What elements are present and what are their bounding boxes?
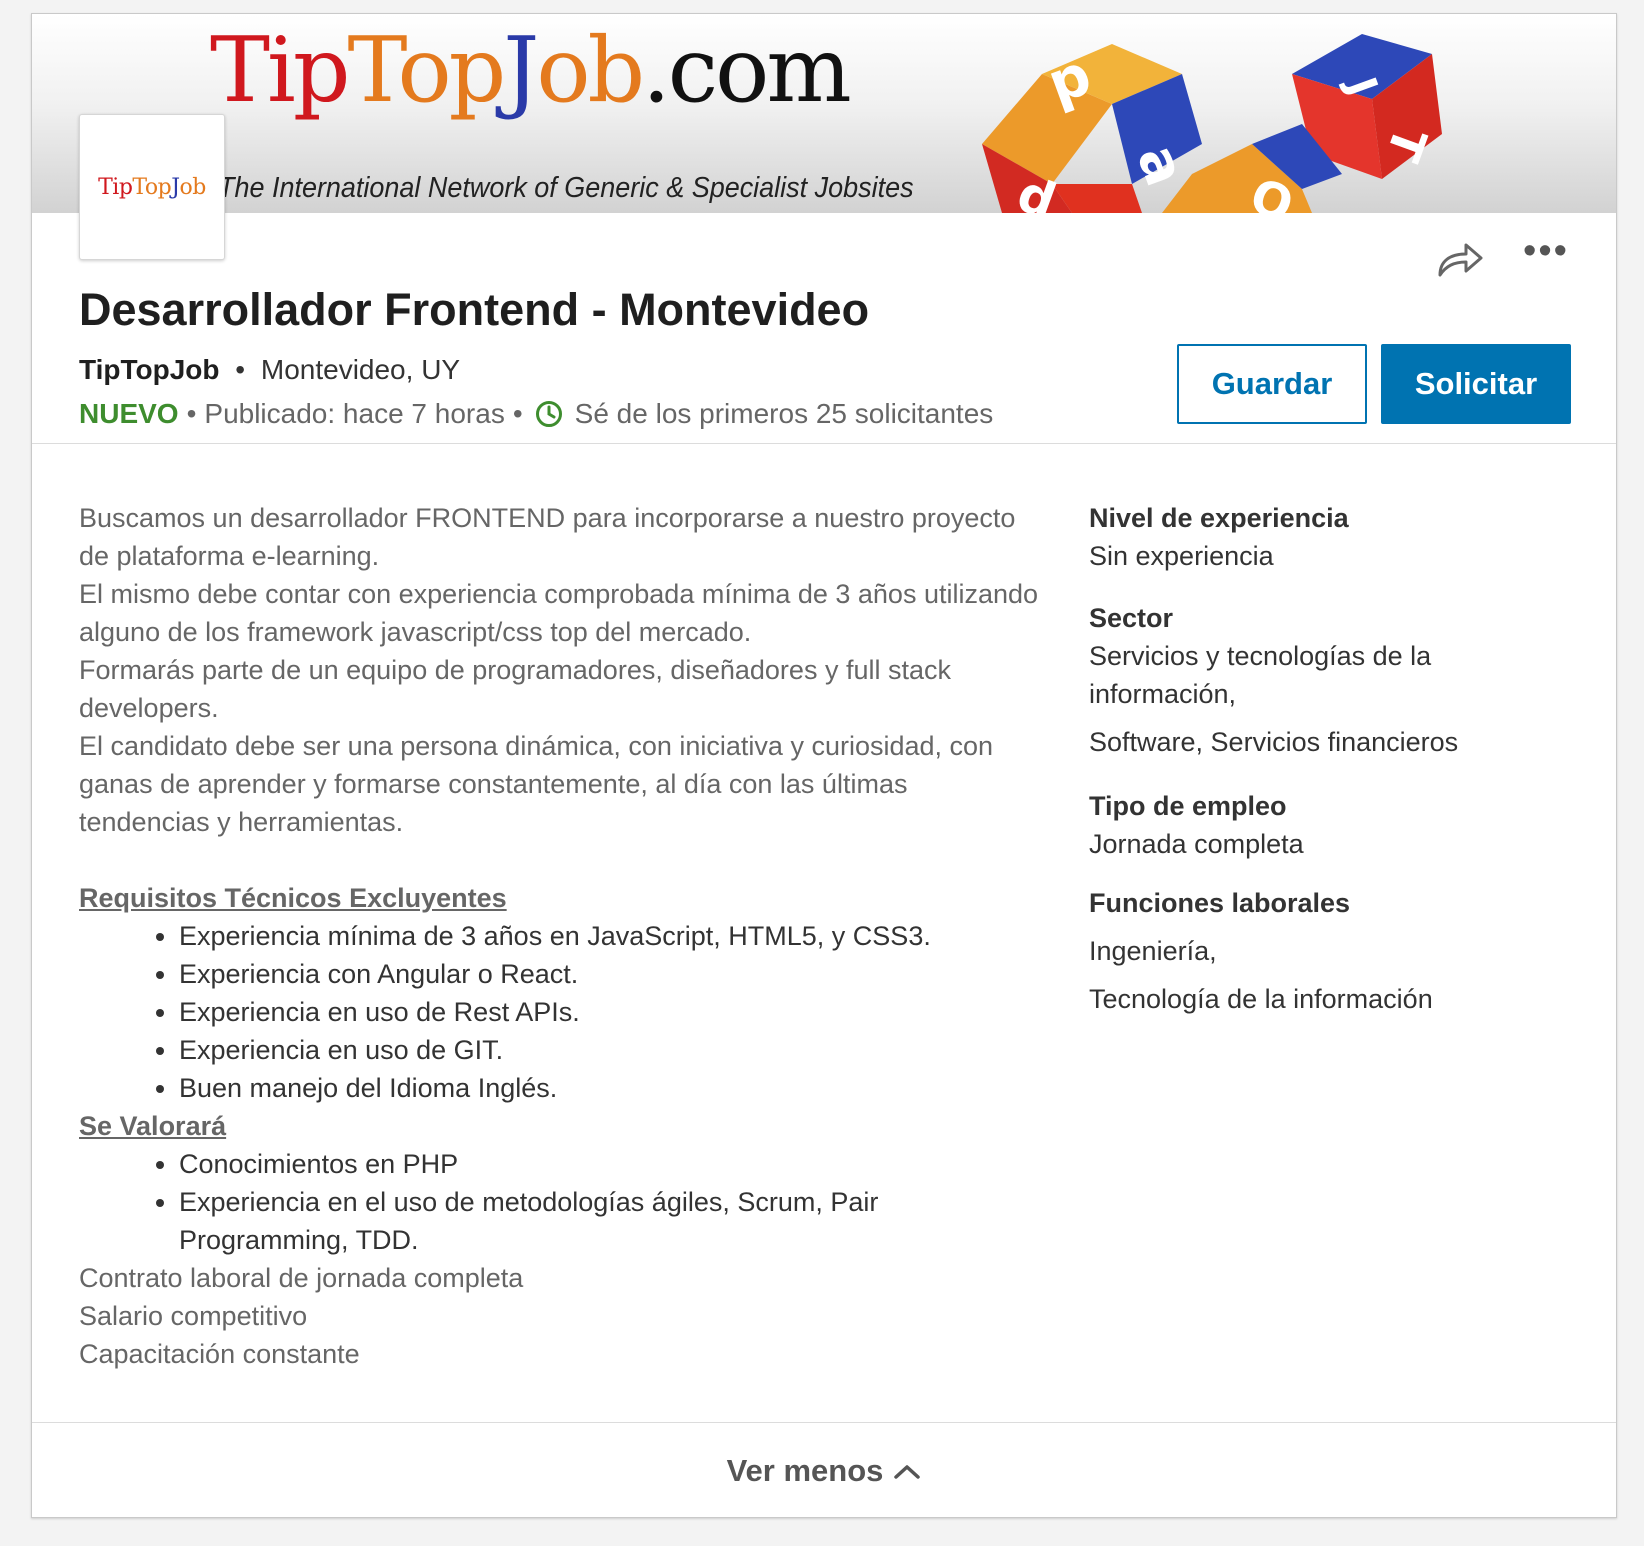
- logo-part: J: [171, 174, 180, 200]
- save-button[interactable]: Guardar: [1177, 344, 1367, 424]
- requirements-list: Experiencia mínima de 3 años en JavaScri…: [79, 917, 1039, 1107]
- see-less-label: Ver menos: [726, 1453, 884, 1488]
- brand-part: J: [503, 18, 539, 123]
- job-meta-line: NUEVO • Publicado: hace 7 horas • Sé de …: [79, 398, 993, 430]
- brand-part: Tip: [210, 18, 350, 123]
- posted-time: Publicado: hace 7 horas: [204, 398, 505, 429]
- list-item: Buen manejo del Idioma Inglés.: [179, 1069, 1039, 1107]
- clock-icon: [535, 401, 562, 427]
- closing-line: Salario competitivo: [79, 1301, 308, 1331]
- sector-value: Servicios y tecnologías de la informació…: [1089, 641, 1432, 709]
- list-item: Experiencia en uso de Rest APIs.: [179, 993, 1039, 1031]
- letter-cubes-graphic: p a p T J O: [982, 34, 1442, 213]
- apply-button[interactable]: Solicitar: [1381, 344, 1571, 424]
- share-arrow-icon: [1438, 243, 1483, 277]
- banner-brand-wordmark: TipTopJob.com: [210, 26, 852, 116]
- footer-divider: [32, 1422, 1616, 1423]
- experience-level-label: Nivel de experiencia: [1089, 503, 1349, 533]
- requirements-heading: Requisitos Técnicos Excluyentes: [79, 883, 507, 913]
- employment-type-label: Tipo de empleo: [1089, 791, 1287, 821]
- job-title: Desarrollador Frontend - Montevideo: [79, 284, 870, 335]
- criteria-spacer: [1089, 863, 1589, 884]
- criteria-spacer: [1089, 761, 1589, 787]
- closing-line: Contrato laboral de jornada completa: [79, 1263, 524, 1293]
- share-button[interactable]: [1432, 234, 1488, 286]
- brand-part: Top: [347, 18, 506, 123]
- list-item: Experiencia mínima de 3 años en JavaScri…: [179, 917, 1039, 955]
- job-function-value: Ingeniería,: [1089, 936, 1217, 966]
- separator-dot: •: [186, 398, 197, 429]
- new-badge: NUEVO: [79, 398, 179, 429]
- valued-list: Conocimientos en PHP Experiencia en el u…: [79, 1145, 1039, 1259]
- job-function-value: Tecnología de la información: [1089, 984, 1433, 1014]
- company-location-line: TipTopJob • Montevideo, UY: [79, 354, 460, 386]
- more-horizontal-icon: •••: [1523, 230, 1569, 272]
- job-description: Buscamos un desarrollador FRONTEND para …: [79, 499, 1039, 1373]
- experience-level-value: Sin experiencia: [1089, 541, 1274, 571]
- sector-label: Sector: [1089, 603, 1174, 633]
- closing-line: Capacitación constante: [79, 1339, 360, 1369]
- job-criteria: Nivel de experiencia Sin experiencia Sec…: [1089, 499, 1589, 1018]
- separator-dot: •: [235, 354, 246, 385]
- job-location: Montevideo, UY: [260, 354, 461, 385]
- more-options-button[interactable]: •••: [1518, 230, 1574, 286]
- card-footer: Ver menos: [32, 1436, 1616, 1506]
- criteria-spacer: [1089, 713, 1589, 723]
- banner-tagline: The International Network of Generic & S…: [218, 172, 914, 204]
- list-item: Conocimientos en PHP: [179, 1145, 1039, 1183]
- company-logo[interactable]: TipTopJob: [79, 114, 225, 260]
- logo-part: Tip: [98, 174, 133, 200]
- list-item: Experiencia en el uso de metodologías ág…: [179, 1183, 1039, 1259]
- separator-dot: •: [512, 398, 523, 429]
- job-functions-label: Funciones laborales: [1089, 888, 1351, 918]
- description-paragraph: Buscamos un desarrollador FRONTEND para …: [79, 503, 1016, 571]
- brand-part: .com: [642, 18, 852, 123]
- criteria-spacer: [1089, 970, 1589, 980]
- description-paragraph: Formarás parte de un equipo de programad…: [79, 655, 951, 723]
- logo-part: ob: [179, 174, 207, 200]
- applicants-count: Sé de los primeros 25 solicitantes: [574, 398, 994, 429]
- header-divider: [32, 443, 1616, 444]
- company-name-link[interactable]: TipTopJob: [79, 354, 220, 385]
- sector-value: Software, Servicios financieros: [1089, 727, 1459, 757]
- criteria-spacer: [1089, 575, 1589, 599]
- job-card: TipTopJob.com The International Network …: [31, 13, 1617, 1518]
- brand-part: ob: [536, 18, 645, 123]
- valued-heading: Se Valorará: [79, 1111, 227, 1141]
- list-item: Experiencia con Angular o React.: [179, 955, 1039, 993]
- company-banner: TipTopJob.com The International Network …: [32, 14, 1616, 213]
- employment-type-value: Jornada completa: [1089, 829, 1304, 859]
- criteria-spacer: [1089, 922, 1589, 932]
- description-paragraph: El candidato debe ser una persona dinámi…: [79, 731, 994, 837]
- list-item: Experiencia en uso de GIT.: [179, 1031, 1039, 1069]
- logo-part: Top: [132, 174, 172, 200]
- logo-wordmark: TipTopJob: [98, 175, 206, 200]
- see-less-button[interactable]: Ver menos: [727, 1453, 922, 1489]
- chevron-up-icon: [894, 1465, 921, 1479]
- description-paragraph: El mismo debe contar con experiencia com…: [79, 579, 1039, 647]
